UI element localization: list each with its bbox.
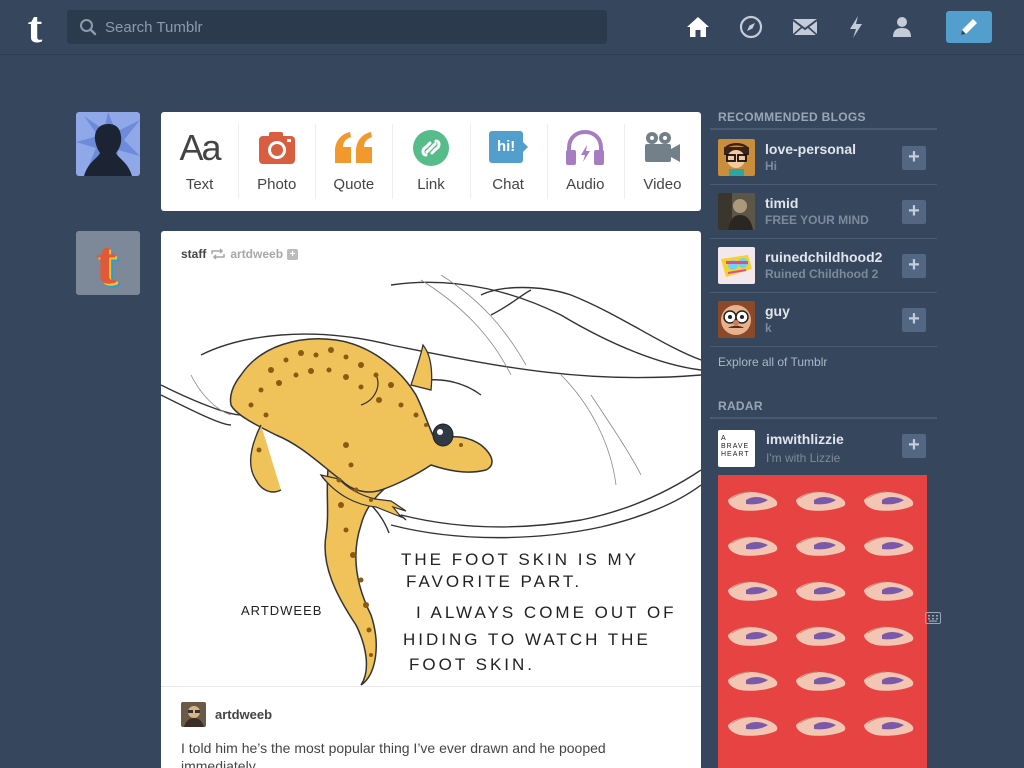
blog-name[interactable]: timid — [765, 195, 798, 211]
post-type-label: Chat — [492, 176, 524, 193]
logo-letter: t — [28, 6, 43, 48]
chat-icon: hi! — [486, 128, 530, 168]
pencil-icon — [961, 19, 977, 35]
radar-blog-subtitle: I'm with Lizzie — [766, 451, 841, 465]
art-text-line: I ALWAYS COME OUT OF — [416, 603, 677, 622]
art-text-line: HIDING TO WATCH THE — [403, 630, 651, 649]
radar-title: RADAR — [718, 399, 763, 413]
my-avatar[interactable] — [76, 112, 140, 176]
blog-avatar[interactable] — [718, 139, 755, 176]
dashboard-post: staff artdweeb + THE FOOT SKIN IS MY FAV… — [161, 231, 701, 768]
top-nav-bar: t — [0, 0, 1024, 55]
search-input[interactable] — [105, 10, 595, 44]
blog-subtitle: Ruined Childhood 2 — [765, 267, 879, 281]
post-type-photo[interactable]: Photo — [238, 112, 315, 211]
section-divider — [710, 417, 937, 419]
art-text-line: FAVORITE PART. — [406, 572, 582, 591]
recommended-blog[interactable]: love-personal Hi + — [710, 131, 937, 185]
post-type-label: Quote — [333, 176, 375, 193]
follow-button[interactable]: + — [902, 308, 926, 332]
home-icon[interactable] — [683, 12, 713, 42]
link-icon — [409, 128, 453, 168]
follow-button[interactable]: + — [902, 254, 926, 278]
post-type-label: Photo — [257, 176, 297, 193]
svg-text:t: t — [96, 231, 117, 295]
activity-icon[interactable] — [841, 12, 871, 42]
post-author[interactable]: staff — [181, 247, 206, 261]
post-body: I told him he’s the most popular thing I… — [181, 740, 606, 768]
post-type-text[interactable]: Aa Text — [161, 112, 238, 211]
follow-button[interactable]: + — [902, 146, 926, 170]
post-type-chat[interactable]: hi! Chat — [469, 112, 547, 211]
recommended-blog[interactable]: timid FREE YOUR MIND + — [710, 185, 937, 239]
explore-icon[interactable] — [736, 12, 766, 42]
gecko-illustration: THE FOOT SKIN IS MY FAVORITE PART. I ALW… — [161, 275, 701, 686]
blog-avatar[interactable] — [718, 247, 755, 284]
tumblr-logo[interactable]: t — [15, 3, 55, 52]
headphones-icon — [563, 128, 607, 168]
compose-button[interactable] — [946, 11, 992, 43]
post-type-label: Link — [417, 176, 445, 193]
radar-blog-name[interactable]: imwithlizzie — [766, 431, 844, 447]
reblogged-from[interactable]: artdweeb — [230, 247, 283, 261]
follow-button[interactable]: + — [902, 434, 926, 458]
blog-name[interactable]: ruinedchildhood2 — [765, 249, 882, 265]
camera-icon — [255, 128, 299, 168]
post-type-link[interactable]: Link — [392, 112, 469, 211]
post-type-selector: Aa Text Photo Quote Link hi! Chat Audio … — [161, 112, 701, 211]
reblog-source: artdweeb — [181, 702, 272, 727]
post-type-label: Text — [185, 176, 214, 193]
follow-plus-icon[interactable]: + — [287, 248, 299, 260]
staff-avatar[interactable]: t t t — [76, 231, 140, 295]
blog-name[interactable]: guy — [765, 303, 790, 319]
explore-all-link[interactable]: Explore all of Tumblr — [718, 355, 827, 369]
text-icon: Aa — [179, 127, 222, 168]
keyboard-shortcuts-icon[interactable] — [925, 612, 941, 624]
post-type-video[interactable]: Video — [623, 112, 701, 211]
post-type-label: Video — [643, 176, 682, 193]
post-type-label: Audio — [566, 176, 605, 193]
art-text-line: FOOT SKIN. — [409, 655, 535, 674]
blog-name[interactable]: love-personal — [765, 141, 856, 157]
blog-avatar[interactable] — [718, 301, 755, 338]
account-icon[interactable] — [887, 12, 917, 42]
section-divider — [710, 128, 937, 130]
quote-icon — [332, 128, 376, 168]
post-header: staff artdweeb + — [181, 247, 299, 261]
reblogger-avatar[interactable] — [181, 702, 206, 727]
art-text-line: THE FOOT SKIN IS MY — [401, 550, 639, 569]
radar-blog[interactable]: A BRAVE HEART imwithlizzie I'm with Lizz… — [710, 424, 937, 472]
post-type-audio[interactable]: Audio — [546, 112, 624, 211]
inbox-icon[interactable] — [790, 12, 820, 42]
blog-subtitle: k — [765, 321, 772, 335]
reblogger-name[interactable]: artdweeb — [215, 707, 272, 722]
post-type-quote[interactable]: Quote — [315, 112, 392, 211]
recommended-blog[interactable]: guy k + — [710, 293, 937, 347]
blog-subtitle: Hi — [765, 159, 777, 173]
search-icon — [80, 19, 97, 36]
search-bar[interactable] — [67, 10, 607, 44]
video-camera-icon — [640, 128, 684, 168]
recommended-blog[interactable]: ruinedchildhood2 Ruined Childhood 2 + — [710, 239, 937, 293]
artist-signature: ARTDWEEB — [241, 603, 322, 618]
blog-avatar[interactable] — [718, 193, 755, 230]
follow-button[interactable]: + — [902, 200, 926, 224]
radar-blog-avatar[interactable]: A BRAVE HEART — [718, 430, 755, 467]
blog-subtitle: FREE YOUR MIND — [765, 213, 869, 227]
reblog-icon — [211, 248, 226, 260]
post-divider — [161, 686, 701, 687]
radar-image[interactable] — [718, 475, 927, 768]
recommended-blogs-title: RECOMMENDED BLOGS — [718, 110, 866, 124]
